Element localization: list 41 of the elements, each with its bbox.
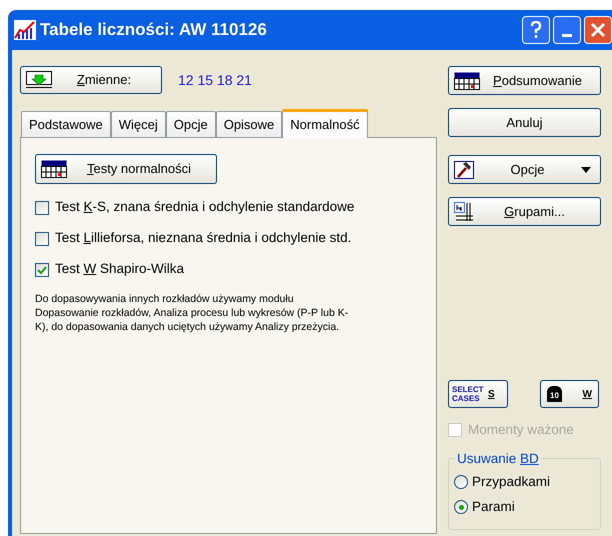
normality-tests-button[interactable]: Testy normalności: [35, 154, 217, 184]
table-icon: [41, 160, 67, 178]
checkbox[interactable]: [35, 232, 49, 246]
weight-icon: 10: [547, 386, 562, 402]
summary-button[interactable]: Podsumowanie: [448, 66, 601, 95]
close-button[interactable]: [584, 16, 612, 44]
minimize-button[interactable]: [553, 16, 581, 44]
help-icon: [530, 21, 542, 39]
options-button[interactable]: Opcje: [448, 155, 601, 184]
minimize-icon: [562, 34, 572, 37]
checkbox-label: Test W Shapiro-Wilka: [55, 260, 184, 278]
checkbox-label: Momenty ważone: [468, 420, 574, 439]
checkbox[interactable]: [35, 200, 49, 214]
download-icon: [26, 71, 52, 89]
help-button[interactable]: [522, 16, 550, 44]
checkbox-label: Test K-S, znana średnia i odchylenie standardowe: [55, 198, 354, 216]
weight-button[interactable]: 10 W: [540, 380, 599, 408]
dropdown-arrow-icon: [581, 166, 591, 172]
hammer-icon: [454, 160, 474, 178]
chart-icon: [14, 20, 36, 40]
cancel-button[interactable]: Anuluj: [448, 108, 601, 137]
close-icon: [590, 22, 606, 38]
radio-label: Parami: [472, 498, 515, 516]
checkbox-label: Test Lillieforsa, nieznana średnia i odchylenie std.: [55, 229, 352, 248]
grid-icon: [454, 202, 474, 222]
radio-button[interactable]: [454, 475, 468, 489]
tab[interactable]: Więcej: [110, 111, 166, 137]
tab[interactable]: Podstawowe: [21, 111, 111, 137]
variables-button[interactable]: Zmienne:: [20, 66, 162, 94]
checkbox[interactable]: [35, 262, 49, 276]
note-text: Do dopasowywania innych rozkładów używamy modułu Dopasowanie rozkładów, Analiza procesu lub wykresów (P-P lub K-K), do dopasowania danych uciętych używamy Analizy przeżycia.: [35, 292, 350, 334]
groups-button[interactable]: Grupami...: [448, 197, 601, 226]
tab[interactable]: Normalność: [282, 109, 368, 138]
tab[interactable]: Opcje: [166, 111, 216, 137]
select-cases-icon: SELECT CASES: [452, 385, 482, 403]
radio-button[interactable]: [454, 500, 468, 514]
variables-list: 12 15 18 21: [178, 70, 252, 90]
tab[interactable]: Opisowe: [216, 111, 282, 137]
radio-label: Przypadkami: [472, 472, 550, 491]
table-icon: [454, 72, 480, 90]
window-title: Tabele liczności: AW 110126: [40, 19, 267, 42]
